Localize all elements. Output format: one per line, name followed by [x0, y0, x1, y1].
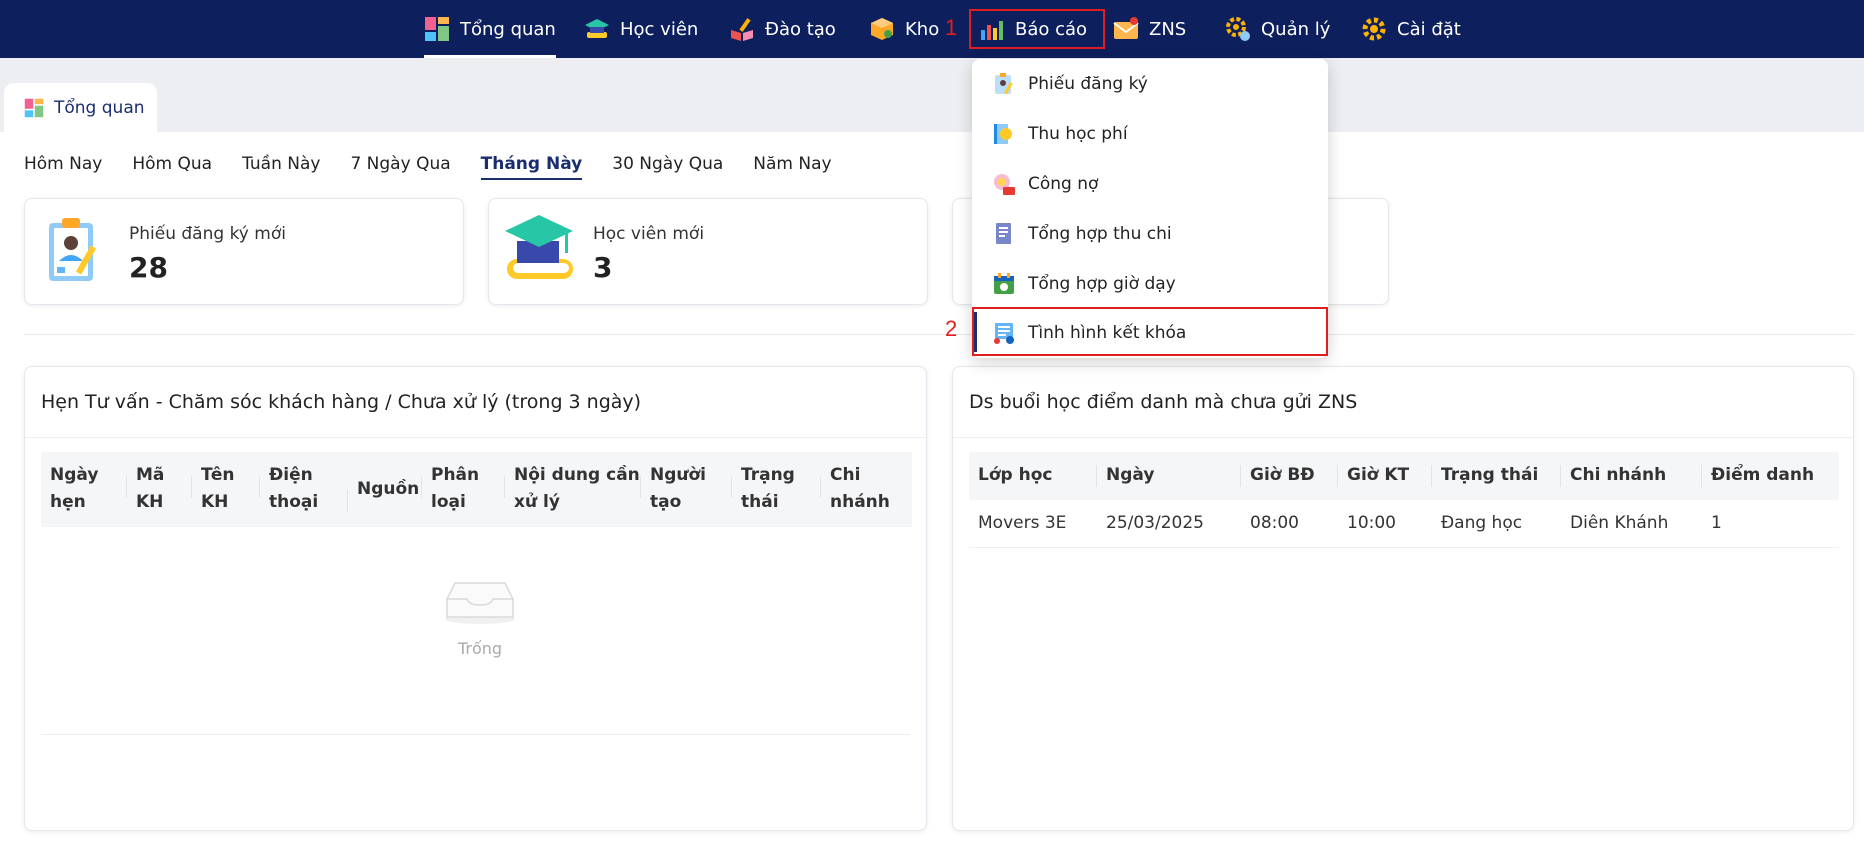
- empty-inbox-icon: [443, 577, 517, 629]
- manage-gear-icon: [1225, 16, 1251, 42]
- top-navigation: Tổng quan Học viên Đào tạo Kho Báo cáo Z…: [0, 0, 1864, 58]
- mail-icon: [1113, 16, 1139, 42]
- stat-card-new-students: Học viên mới 3: [488, 198, 928, 305]
- col-ngay[interactable]: Ngày: [1095, 465, 1154, 487]
- menu-item-tong-hop-thu-chi[interactable]: Tổng hợp thu chi: [972, 209, 1328, 259]
- zns-attendance-panel: Ds buổi học điểm danh mà chưa gửi ZNS Lớ…: [952, 366, 1854, 831]
- stat-value: 28: [129, 251, 168, 284]
- col-nguon[interactable]: Nguồn: [346, 476, 419, 512]
- nav-label: Học viên: [620, 18, 699, 40]
- box-icon: [869, 16, 895, 42]
- section-divider: [24, 334, 1854, 335]
- period-30-ngay-qua[interactable]: 30 Ngày Qua: [612, 154, 723, 180]
- header-band: [0, 58, 1864, 132]
- stat-card-registrations: Phiếu đăng ký mới 28: [24, 198, 464, 305]
- menu-label: Phiếu đăng ký: [1028, 74, 1148, 94]
- period-tuan-nay[interactable]: Tuần Này: [242, 154, 320, 180]
- col-trang-thai[interactable]: Trạng thái: [1430, 465, 1538, 487]
- form-icon: [992, 72, 1016, 96]
- graduation-cap-icon: [584, 16, 610, 42]
- nav-item-hoc-vien[interactable]: Học viên: [584, 0, 698, 58]
- col-diem-danh[interactable]: Điểm danh: [1700, 465, 1814, 487]
- nav-label: ZNS: [1149, 18, 1187, 40]
- period-thang-nay[interactable]: Tháng Này: [480, 154, 583, 180]
- menu-item-thu-hoc-phi[interactable]: Thu học phí: [972, 109, 1328, 159]
- table-bottom-line: [41, 734, 910, 735]
- highlight-box-tinh-hinh-ket-khoa: [972, 307, 1328, 356]
- empty-state: Trống: [425, 577, 535, 658]
- col-lop-hoc[interactable]: Lớp học: [978, 465, 1052, 485]
- appointment-panel: Hẹn Tư vấn - Chăm sóc khách hàng / Chưa …: [24, 366, 927, 831]
- menu-item-phieu-dang-ky[interactable]: Phiếu đăng ký: [972, 59, 1328, 109]
- stat-label: Học viên mới: [593, 224, 705, 244]
- nav-item-cai-dat[interactable]: Cài đặt: [1361, 0, 1461, 58]
- nav-label: Kho: [905, 18, 940, 40]
- col-chi-nhanh[interactable]: Chi nhánh: [1559, 465, 1666, 487]
- menu-label: Tổng hợp thu chi: [1028, 224, 1172, 244]
- cell-gio-bd: 08:00: [1250, 513, 1299, 533]
- step-marker-1: 1: [945, 15, 958, 40]
- step-marker-2: 2: [945, 316, 958, 341]
- cell-gio-kt: 10:00: [1347, 513, 1396, 533]
- tab-label: Tổng quan: [54, 98, 145, 118]
- panel-title: Ds buổi học điểm danh mà chưa gửi ZNS: [969, 391, 1358, 413]
- period-nam-nay[interactable]: Năm Nay: [753, 154, 831, 180]
- nav-item-kho[interactable]: Kho: [869, 0, 939, 58]
- panel-separator: [953, 437, 1853, 438]
- calendar-icon: [992, 272, 1016, 296]
- stat-value: 3: [593, 251, 613, 284]
- col-ten-kh[interactable]: Tên KH: [190, 462, 234, 516]
- dashboard-icon: [424, 16, 450, 42]
- col-noi-dung[interactable]: Nội dung cần xử lý: [504, 462, 640, 516]
- menu-label: Công nợ: [1028, 174, 1099, 194]
- col-nguoi-tao[interactable]: Người tạo: [639, 462, 706, 516]
- empty-text: Trống: [457, 639, 503, 658]
- panel-separator: [25, 437, 926, 438]
- cell-ngay: 25/03/2025: [1106, 513, 1204, 533]
- debt-icon: [992, 172, 1016, 196]
- nav-label: Đào tạo: [765, 18, 836, 40]
- nav-item-tong-quan[interactable]: Tổng quan: [424, 0, 556, 58]
- col-chi-nhanh[interactable]: Chi nhánh: [820, 462, 890, 516]
- panel-title: Hẹn Tư vấn - Chăm sóc khách hàng / Chưa …: [41, 391, 642, 413]
- col-ngay-hen[interactable]: Ngày hẹn: [50, 462, 98, 516]
- nav-label: Quản lý: [1261, 18, 1331, 40]
- cell-trang-thai: Đang học: [1441, 513, 1523, 533]
- nav-item-dao-tao[interactable]: Đào tạo: [729, 0, 836, 58]
- period-hom-qua[interactable]: Hôm Qua: [132, 154, 212, 180]
- tab-tong-quan[interactable]: Tổng quan: [4, 83, 157, 133]
- period-hom-nay[interactable]: Hôm Nay: [24, 154, 102, 180]
- nav-label: Tổng quan: [460, 18, 556, 40]
- col-gio-bd[interactable]: Giờ BĐ: [1240, 465, 1315, 487]
- tuition-icon: [992, 122, 1016, 146]
- clipboard-icon: [43, 215, 103, 289]
- menu-item-cong-no[interactable]: Công nợ: [972, 159, 1328, 209]
- menu-item-tong-hop-gio-day[interactable]: Tổng hợp giờ dạy: [972, 259, 1328, 309]
- dashboard-icon: [24, 98, 44, 118]
- cell-chi-nhanh: Diên Khánh: [1570, 513, 1669, 533]
- col-gio-kt[interactable]: Giờ KT: [1336, 465, 1409, 487]
- nav-item-zns[interactable]: ZNS: [1113, 0, 1186, 58]
- menu-label: Thu học phí: [1028, 124, 1128, 144]
- table-row[interactable]: Movers 3E 25/03/2025 08:00 10:00 Đang họ…: [969, 500, 1839, 548]
- period-filter: Hôm Nay Hôm Qua Tuần Này 7 Ngày Qua Thán…: [24, 154, 832, 180]
- cell-diem-danh: 1: [1711, 513, 1722, 533]
- graduation-cap-icon: [503, 213, 575, 289]
- nav-item-quan-ly[interactable]: Quản lý: [1225, 0, 1330, 58]
- col-dien-thoai[interactable]: Điện thoại: [258, 462, 318, 516]
- highlight-box-bao-cao: [969, 9, 1105, 49]
- menu-label: Tổng hợp giờ dạy: [1028, 274, 1176, 294]
- period-7-ngay-qua[interactable]: 7 Ngày Qua: [350, 154, 450, 180]
- cell-lop-hoc: Movers 3E: [978, 513, 1067, 533]
- stat-label: Phiếu đăng ký mới: [129, 224, 286, 244]
- document-icon: [992, 222, 1016, 246]
- col-phan-loai[interactable]: Phân loại: [420, 462, 479, 516]
- table-header: Lớp học Ngày Giờ BĐ Giờ KT Trạng thái Ch…: [969, 452, 1839, 500]
- col-ma-kh[interactable]: Mã KH: [125, 462, 164, 516]
- settings-gear-icon: [1361, 16, 1387, 42]
- table-header: Ngày hẹn Mã KH Tên KH Điện thoại Nguồn Phân l…: [41, 452, 912, 527]
- nav-label: Cài đặt: [1397, 18, 1461, 40]
- book-pencil-icon: [729, 16, 755, 42]
- col-trang-thai[interactable]: Trạng thái: [731, 462, 795, 516]
